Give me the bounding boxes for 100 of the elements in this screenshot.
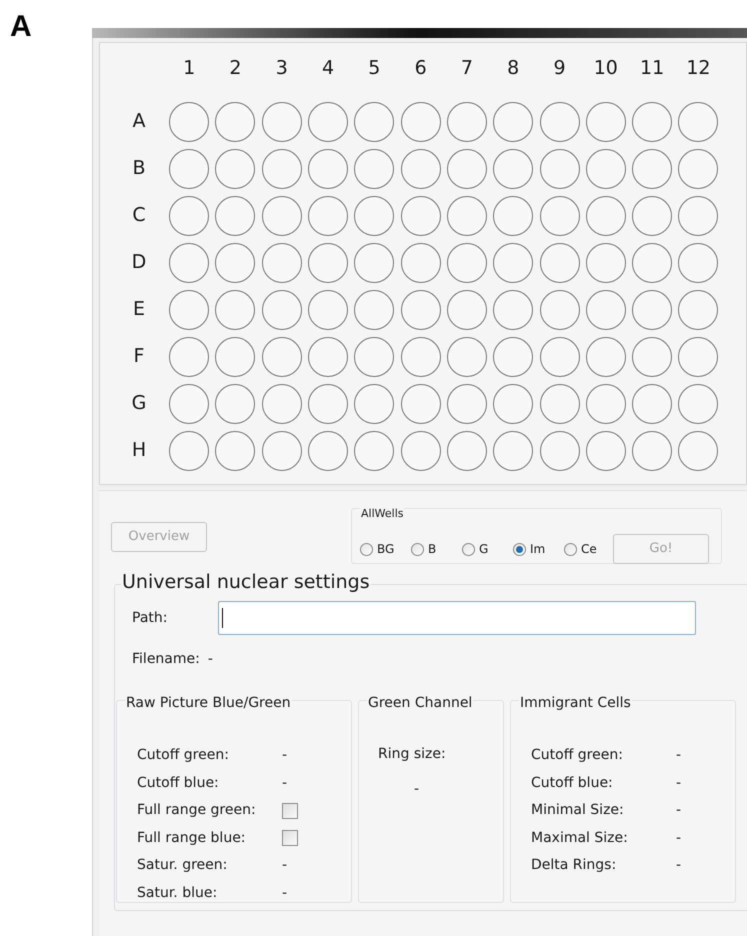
well[interactable]	[493, 430, 534, 470]
well[interactable]	[586, 196, 626, 236]
well[interactable]	[354, 148, 394, 188]
well[interactable]	[215, 290, 256, 330]
well[interactable]	[446, 384, 487, 424]
well[interactable]	[446, 148, 487, 188]
well[interactable]	[354, 242, 394, 282]
well[interactable]	[262, 102, 302, 142]
well[interactable]	[446, 242, 487, 282]
well[interactable]	[169, 384, 210, 424]
well[interactable]	[540, 102, 580, 142]
path-field[interactable]	[218, 601, 696, 635]
well[interactable]	[586, 336, 626, 376]
well[interactable]	[400, 430, 441, 470]
well[interactable]	[215, 196, 256, 236]
well[interactable]	[493, 242, 534, 282]
well[interactable]	[215, 336, 256, 376]
well[interactable]	[632, 430, 672, 470]
radio-option[interactable]: BG	[360, 540, 402, 558]
well[interactable]	[400, 148, 441, 188]
well[interactable]	[493, 336, 534, 376]
well[interactable]	[540, 336, 580, 376]
well[interactable]	[446, 336, 487, 376]
well[interactable]	[400, 384, 441, 424]
well[interactable]	[540, 196, 580, 236]
well[interactable]	[446, 102, 487, 142]
well[interactable]	[632, 102, 672, 142]
well[interactable]	[354, 336, 394, 376]
well[interactable]	[493, 102, 534, 142]
well[interactable]	[446, 430, 487, 470]
well[interactable]	[262, 148, 302, 188]
well[interactable]	[308, 196, 348, 236]
well[interactable]	[586, 384, 626, 424]
well[interactable]	[632, 336, 672, 376]
well[interactable]	[540, 242, 580, 282]
well[interactable]	[400, 196, 441, 236]
well[interactable]	[678, 242, 718, 282]
well[interactable]	[632, 290, 672, 330]
well[interactable]	[678, 148, 718, 188]
well[interactable]	[632, 384, 672, 424]
well[interactable]	[262, 290, 302, 330]
well[interactable]	[308, 336, 348, 376]
well[interactable]	[493, 384, 534, 424]
well[interactable]	[169, 196, 210, 236]
well[interactable]	[354, 384, 394, 424]
well[interactable]	[540, 148, 580, 188]
well[interactable]	[354, 290, 394, 330]
well[interactable]	[586, 430, 626, 470]
well[interactable]	[215, 148, 256, 188]
well[interactable]	[262, 384, 302, 424]
well[interactable]	[308, 102, 348, 142]
well[interactable]	[354, 102, 394, 142]
radio-option[interactable]: Im	[513, 540, 555, 558]
well[interactable]	[446, 196, 487, 236]
well[interactable]	[632, 242, 672, 282]
well[interactable]	[678, 196, 718, 236]
well[interactable]	[540, 384, 580, 424]
well[interactable]	[678, 102, 718, 142]
well[interactable]	[262, 336, 302, 376]
well[interactable]	[308, 148, 348, 188]
well[interactable]	[215, 102, 256, 142]
well[interactable]	[169, 430, 210, 470]
well[interactable]	[215, 430, 256, 470]
radio-option[interactable]: B	[411, 540, 453, 558]
well[interactable]	[632, 196, 672, 236]
well[interactable]	[400, 242, 441, 282]
checkbox[interactable]	[282, 802, 298, 819]
well[interactable]	[169, 242, 210, 282]
well[interactable]	[678, 430, 718, 470]
well[interactable]	[262, 196, 302, 236]
well[interactable]	[169, 290, 210, 330]
well[interactable]	[400, 290, 441, 330]
radio-option[interactable]: G	[462, 540, 504, 558]
checkbox[interactable]	[282, 830, 298, 846]
well[interactable]	[308, 290, 348, 330]
well[interactable]	[678, 336, 718, 376]
well[interactable]	[678, 290, 718, 330]
well[interactable]	[586, 102, 626, 142]
well[interactable]	[446, 290, 487, 330]
well[interactable]	[632, 148, 672, 188]
well[interactable]	[540, 430, 580, 470]
well[interactable]	[169, 336, 210, 376]
well[interactable]	[215, 384, 256, 424]
well[interactable]	[308, 384, 348, 424]
well[interactable]	[540, 290, 580, 330]
well[interactable]	[586, 242, 626, 282]
well[interactable]	[262, 242, 302, 282]
well[interactable]	[400, 336, 441, 376]
well[interactable]	[586, 148, 626, 188]
well[interactable]	[169, 102, 210, 142]
well[interactable]	[308, 430, 348, 470]
well[interactable]	[678, 384, 718, 424]
well[interactable]	[586, 290, 626, 330]
well[interactable]	[354, 430, 394, 470]
well[interactable]	[493, 290, 534, 330]
well[interactable]	[400, 102, 441, 142]
well[interactable]	[308, 242, 348, 282]
radio-option[interactable]: Ce	[564, 540, 606, 558]
well[interactable]	[493, 196, 534, 236]
well[interactable]	[262, 430, 302, 470]
